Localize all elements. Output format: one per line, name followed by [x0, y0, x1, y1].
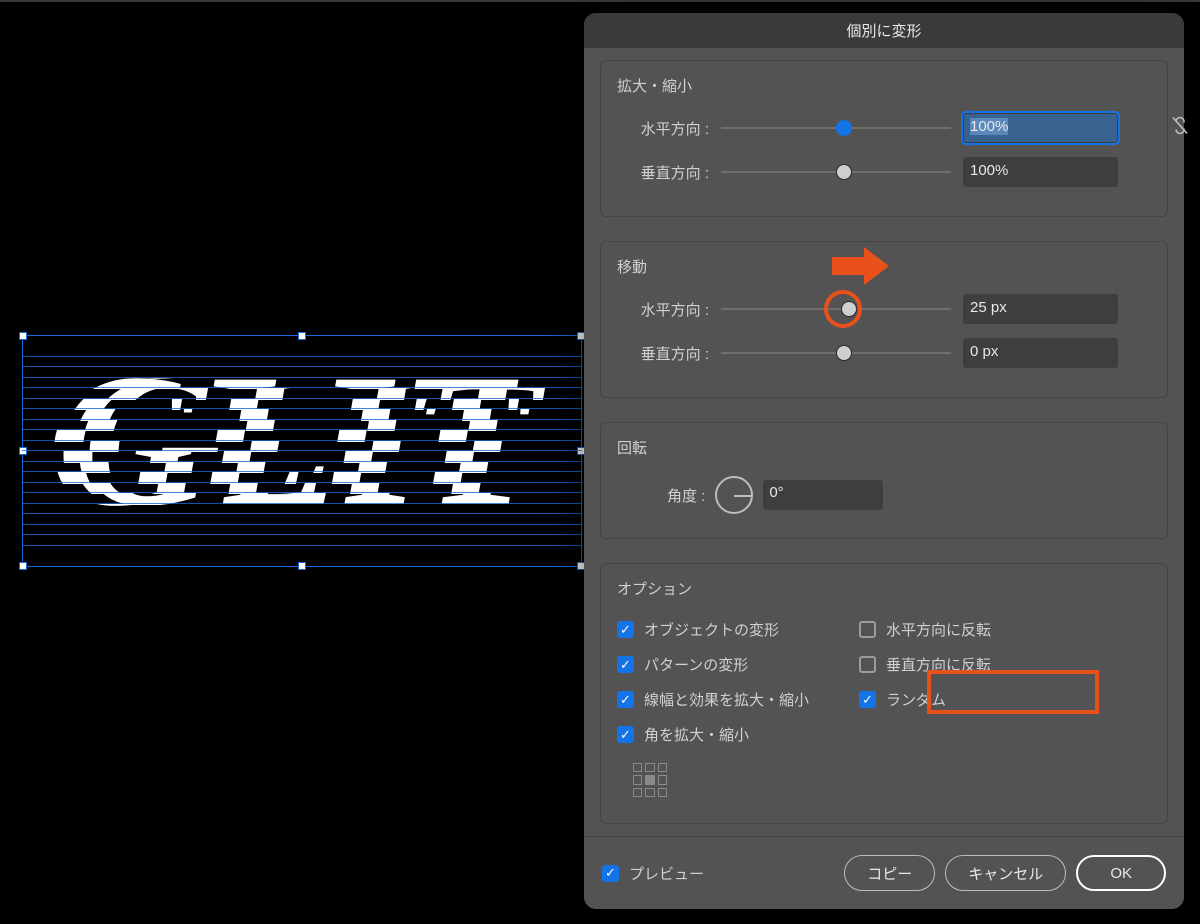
checkbox-checked-icon: ✓: [859, 691, 876, 708]
checkbox-icon: ✓: [602, 865, 619, 882]
scale-v-input[interactable]: 100%: [963, 157, 1118, 187]
options-section: オプション ✓ オブジェクトの変形 ✓ パターンの変形 ✓ 線幅と効果を拡大・縮小 ✓ 角を拡…: [600, 563, 1168, 824]
option-label: ランダム: [886, 689, 946, 710]
preview-checkbox[interactable]: ✓ プレビュー: [602, 863, 704, 884]
angle-dial[interactable]: [715, 476, 753, 514]
dialog-footer: ✓ プレビュー コピー キャンセル OK: [584, 836, 1184, 909]
option-checkbox[interactable]: ✓ 角を拡大・縮小: [617, 724, 809, 745]
section-title: 移動: [617, 256, 1151, 277]
option-label: オブジェクトの変形: [644, 619, 779, 640]
dialog-title: 個別に変形: [584, 13, 1184, 48]
checkbox-icon: [859, 621, 876, 638]
scale-h-slider[interactable]: [721, 127, 951, 129]
anchor-reference-point[interactable]: [633, 763, 667, 797]
selection-bounds[interactable]: GLITGLITGLITGLITGLITGLITGLITGLITGLITGLIT…: [22, 335, 582, 567]
option-checkbox[interactable]: ✓ ランダム: [859, 689, 991, 710]
move-h-slider[interactable]: [721, 308, 951, 310]
selection-handle[interactable]: [298, 562, 306, 570]
selection-handle[interactable]: [298, 332, 306, 340]
checkbox-checked-icon: ✓: [617, 726, 634, 743]
scale-v-label: 垂直方向 :: [617, 162, 709, 183]
link-icon[interactable]: [1171, 115, 1189, 142]
option-label: 線幅と効果を拡大・縮小: [644, 689, 809, 710]
section-title: 拡大・縮小: [617, 75, 1151, 96]
move-v-input[interactable]: 0 px: [963, 338, 1118, 368]
angle-label: 角度 :: [667, 485, 705, 506]
option-checkbox[interactable]: 垂直方向に反転: [859, 654, 991, 675]
ok-button[interactable]: OK: [1076, 855, 1166, 891]
scale-h-label: 水平方向 :: [617, 118, 709, 139]
copy-button[interactable]: コピー: [844, 855, 935, 891]
section-title: 回転: [617, 437, 1151, 458]
checkbox-icon: [859, 656, 876, 673]
checkbox-checked-icon: ✓: [617, 621, 634, 638]
checkbox-checked-icon: ✓: [617, 691, 634, 708]
option-checkbox[interactable]: 水平方向に反転: [859, 619, 991, 640]
angle-input[interactable]: 0°: [763, 480, 883, 510]
slider-thumb[interactable]: [836, 164, 852, 180]
selection-handle[interactable]: [19, 332, 27, 340]
option-label: 水平方向に反転: [886, 619, 991, 640]
option-label: 垂直方向に反転: [886, 654, 991, 675]
slider-thumb[interactable]: [836, 345, 852, 361]
selection-handle[interactable]: [19, 447, 27, 455]
scale-v-slider[interactable]: [721, 171, 951, 173]
rotate-section: 回転 角度 : 0°: [600, 422, 1168, 539]
move-v-label: 垂直方向 :: [617, 343, 709, 364]
move-v-slider[interactable]: [721, 352, 951, 354]
slider-thumb[interactable]: [836, 120, 852, 136]
preview-label: プレビュー: [629, 863, 704, 884]
option-checkbox[interactable]: ✓ オブジェクトの変形: [617, 619, 809, 640]
move-h-label: 水平方向 :: [617, 299, 709, 320]
scale-h-input[interactable]: 100%: [963, 113, 1118, 143]
slider-thumb[interactable]: [841, 301, 857, 317]
move-h-input[interactable]: 25 px: [963, 294, 1118, 324]
move-section: 移動 水平方向 : 25 px 垂直方向 : 0 px: [600, 241, 1168, 398]
checkbox-checked-icon: ✓: [617, 656, 634, 673]
option-checkbox[interactable]: ✓ 線幅と効果を拡大・縮小: [617, 689, 809, 710]
section-title: オプション: [617, 578, 1151, 599]
option-checkbox[interactable]: ✓ パターンの変形: [617, 654, 809, 675]
option-label: 角を拡大・縮小: [644, 724, 749, 745]
cancel-button[interactable]: キャンセル: [945, 855, 1066, 891]
scale-section: 拡大・縮小 水平方向 : 100% 垂直方向 : 100%: [600, 60, 1168, 217]
option-label: パターンの変形: [644, 654, 748, 675]
transform-each-dialog: 個別に変形 拡大・縮小 水平方向 : 100% 垂直方向 : 100%: [584, 13, 1184, 909]
selection-handle[interactable]: [19, 562, 27, 570]
